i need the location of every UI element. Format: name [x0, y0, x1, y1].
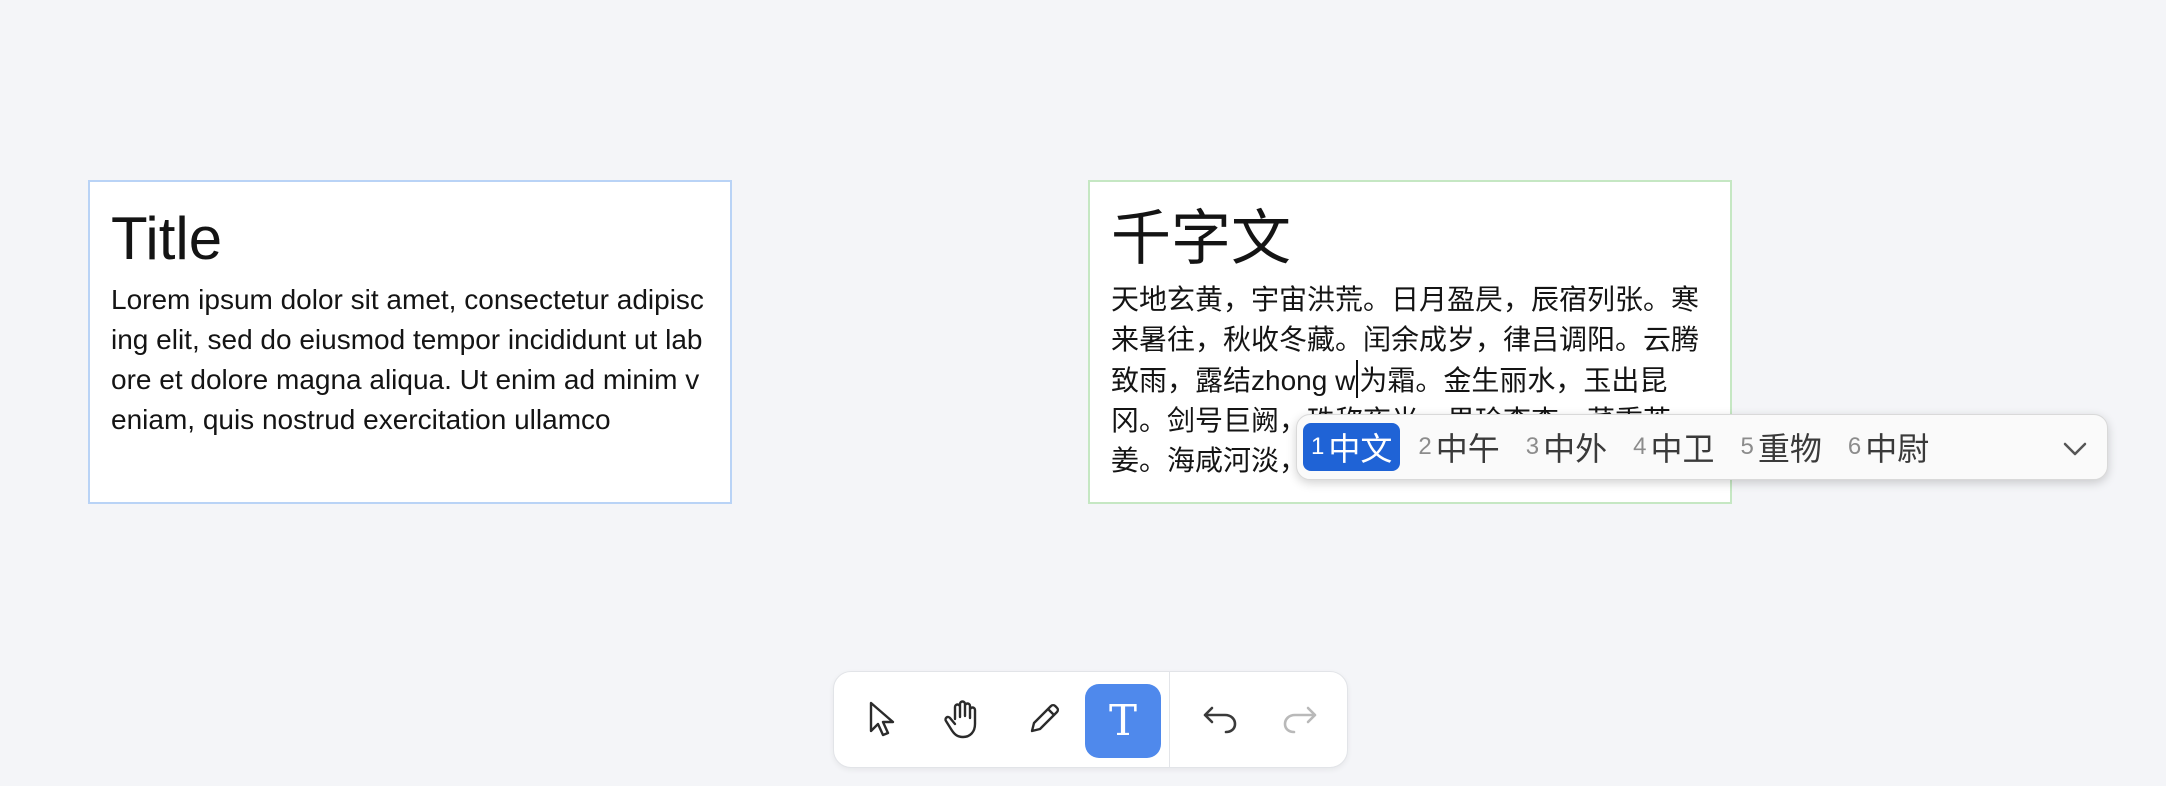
candidate-word: 中卫	[1650, 431, 1715, 467]
hand-tool-button[interactable]	[925, 684, 1001, 758]
candidate-number: 2	[1418, 433, 1432, 460]
card-title[interactable]: 千字文	[1111, 204, 1709, 274]
candidate-word: 重物	[1757, 431, 1822, 467]
draw-tool-button[interactable]	[1006, 684, 1082, 758]
candidate-word: 中外	[1543, 431, 1608, 467]
ime-candidate[interactable]: 6 中尉	[1840, 423, 1937, 471]
ime-candidate[interactable]: 1 中文	[1303, 423, 1401, 471]
ime-composing-text: zhong w	[1251, 365, 1356, 396]
ime-candidate-bar: 1 中文 2 中午 3 中外 4 中卫 5 重物 6 中尉	[1296, 414, 2108, 480]
card-body[interactable]: Lorem ipsum dolor sit amet, consectetur …	[111, 280, 709, 440]
text-caret	[1356, 360, 1359, 398]
toolbar-divider	[1169, 672, 1170, 767]
toolbar: T	[833, 671, 1348, 768]
redo-button[interactable]	[1262, 684, 1338, 758]
pencil-icon	[1024, 699, 1064, 744]
candidate-word: 中午	[1435, 431, 1500, 467]
card-title[interactable]: Title	[111, 204, 709, 274]
cursor-arrow-icon	[865, 699, 899, 744]
text-icon: T	[1108, 696, 1137, 745]
candidate-number: 4	[1633, 433, 1647, 460]
ime-candidate[interactable]: 3 中外	[1518, 423, 1615, 471]
candidate-word: 中尉	[1865, 431, 1930, 467]
ime-candidate[interactable]: 2 中午	[1410, 423, 1507, 471]
chevron-down-icon[interactable]	[2059, 433, 2091, 465]
text-tool-button[interactable]: T	[1085, 684, 1161, 758]
candidate-word: 中文	[1328, 431, 1393, 467]
candidate-number: 1	[1311, 433, 1325, 460]
undo-icon	[1200, 702, 1240, 741]
candidate-number: 6	[1847, 433, 1862, 460]
ime-candidate[interactable]: 5 重物	[1733, 423, 1830, 471]
ime-candidate[interactable]: 4 中卫	[1625, 423, 1722, 471]
select-tool-button[interactable]	[844, 684, 920, 758]
text-card-left[interactable]: Title Lorem ipsum dolor sit amet, consec…	[88, 180, 732, 504]
redo-icon	[1280, 702, 1320, 741]
candidate-number: 5	[1740, 433, 1754, 460]
hand-icon	[941, 697, 985, 746]
undo-button[interactable]	[1182, 684, 1258, 758]
candidate-number: 3	[1525, 433, 1540, 460]
